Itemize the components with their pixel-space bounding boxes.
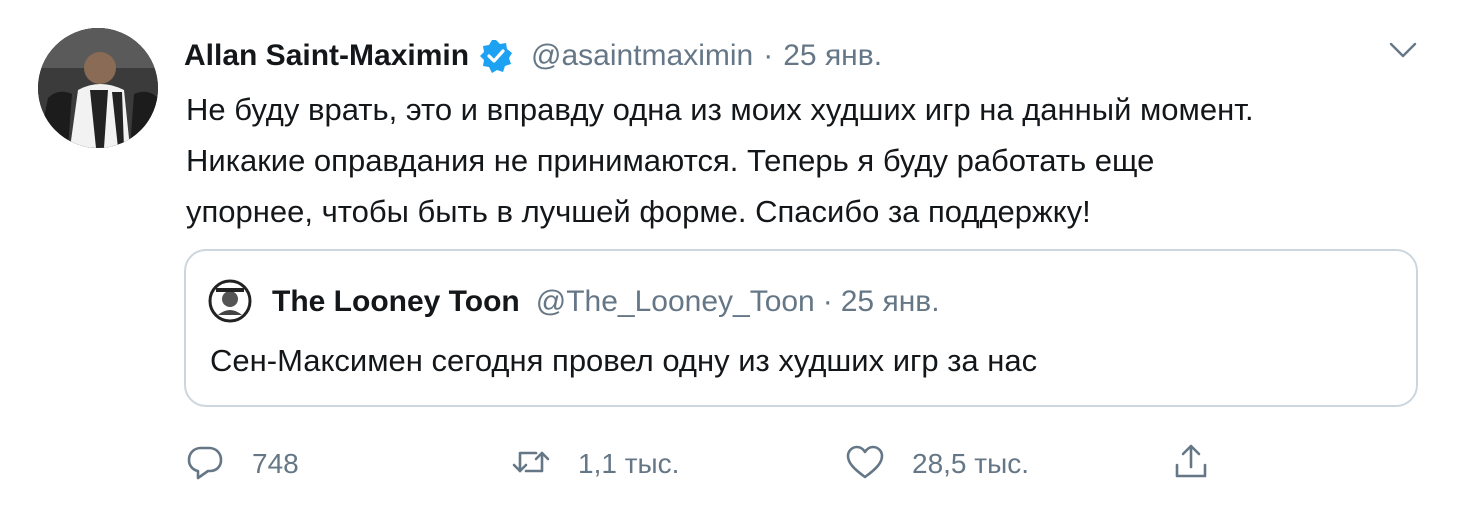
reply-icon bbox=[184, 441, 226, 488]
author-display-name[interactable]: Allan Saint-Maximin bbox=[184, 39, 469, 73]
heart-icon bbox=[844, 441, 886, 488]
tweet-date[interactable]: 25 янв. bbox=[783, 39, 882, 73]
tweet[interactable]: Allan Saint-Maximin @asaintmaximin · 25 … bbox=[0, 0, 1460, 506]
quoted-separator: · bbox=[822, 285, 833, 318]
retweet-button[interactable]: 1,1 тыс. bbox=[510, 438, 679, 490]
tweet-text-line: Никакие оправдания не принимаются. Тепер… bbox=[186, 143, 1155, 178]
like-count: 28,5 тыс. bbox=[912, 448, 1030, 479]
tweet-text-line: упорнее, чтобы быть в лучшей форме. Спас… bbox=[186, 194, 1091, 229]
quoted-author-avatar bbox=[208, 279, 252, 323]
quoted-date: 25 янв. bbox=[840, 285, 940, 318]
tweet-header: Allan Saint-Maximin @asaintmaximin · 25 … bbox=[184, 32, 882, 80]
quoted-tweet-header: The Looney Toon @The_Looney_Toon · 25 ян… bbox=[272, 279, 940, 325]
author-handle[interactable]: @asaintmaximin bbox=[531, 39, 753, 73]
header-separator: · bbox=[763, 39, 774, 72]
retweet-count: 1,1 тыс. bbox=[578, 448, 680, 479]
quoted-handle: @The_Looney_Toon bbox=[535, 285, 815, 318]
verified-badge-icon bbox=[479, 39, 513, 73]
quoted-tweet-text: Сен-Максимен сегодня провел одну из худш… bbox=[210, 343, 1038, 378]
tweet-actions: 748 1,1 тыс. 28,5 тыс. bbox=[184, 438, 1224, 490]
retweet-icon bbox=[510, 441, 552, 488]
reply-button[interactable]: 748 bbox=[184, 438, 299, 490]
tweet-text: Не буду врать, это и вправду одна из мои… bbox=[186, 84, 1436, 237]
chevron-down-icon[interactable] bbox=[1388, 38, 1418, 62]
share-button[interactable] bbox=[1170, 438, 1212, 490]
tweet-text-line: Не буду врать, это и вправду одна из мои… bbox=[186, 92, 1254, 127]
share-icon bbox=[1170, 441, 1212, 488]
like-button[interactable]: 28,5 тыс. bbox=[844, 438, 1029, 490]
reply-count: 748 bbox=[252, 448, 299, 479]
author-avatar[interactable] bbox=[38, 28, 158, 148]
quoted-tweet[interactable]: The Looney Toon @The_Looney_Toon · 25 ян… bbox=[184, 249, 1418, 407]
quoted-display-name: The Looney Toon bbox=[272, 285, 520, 318]
